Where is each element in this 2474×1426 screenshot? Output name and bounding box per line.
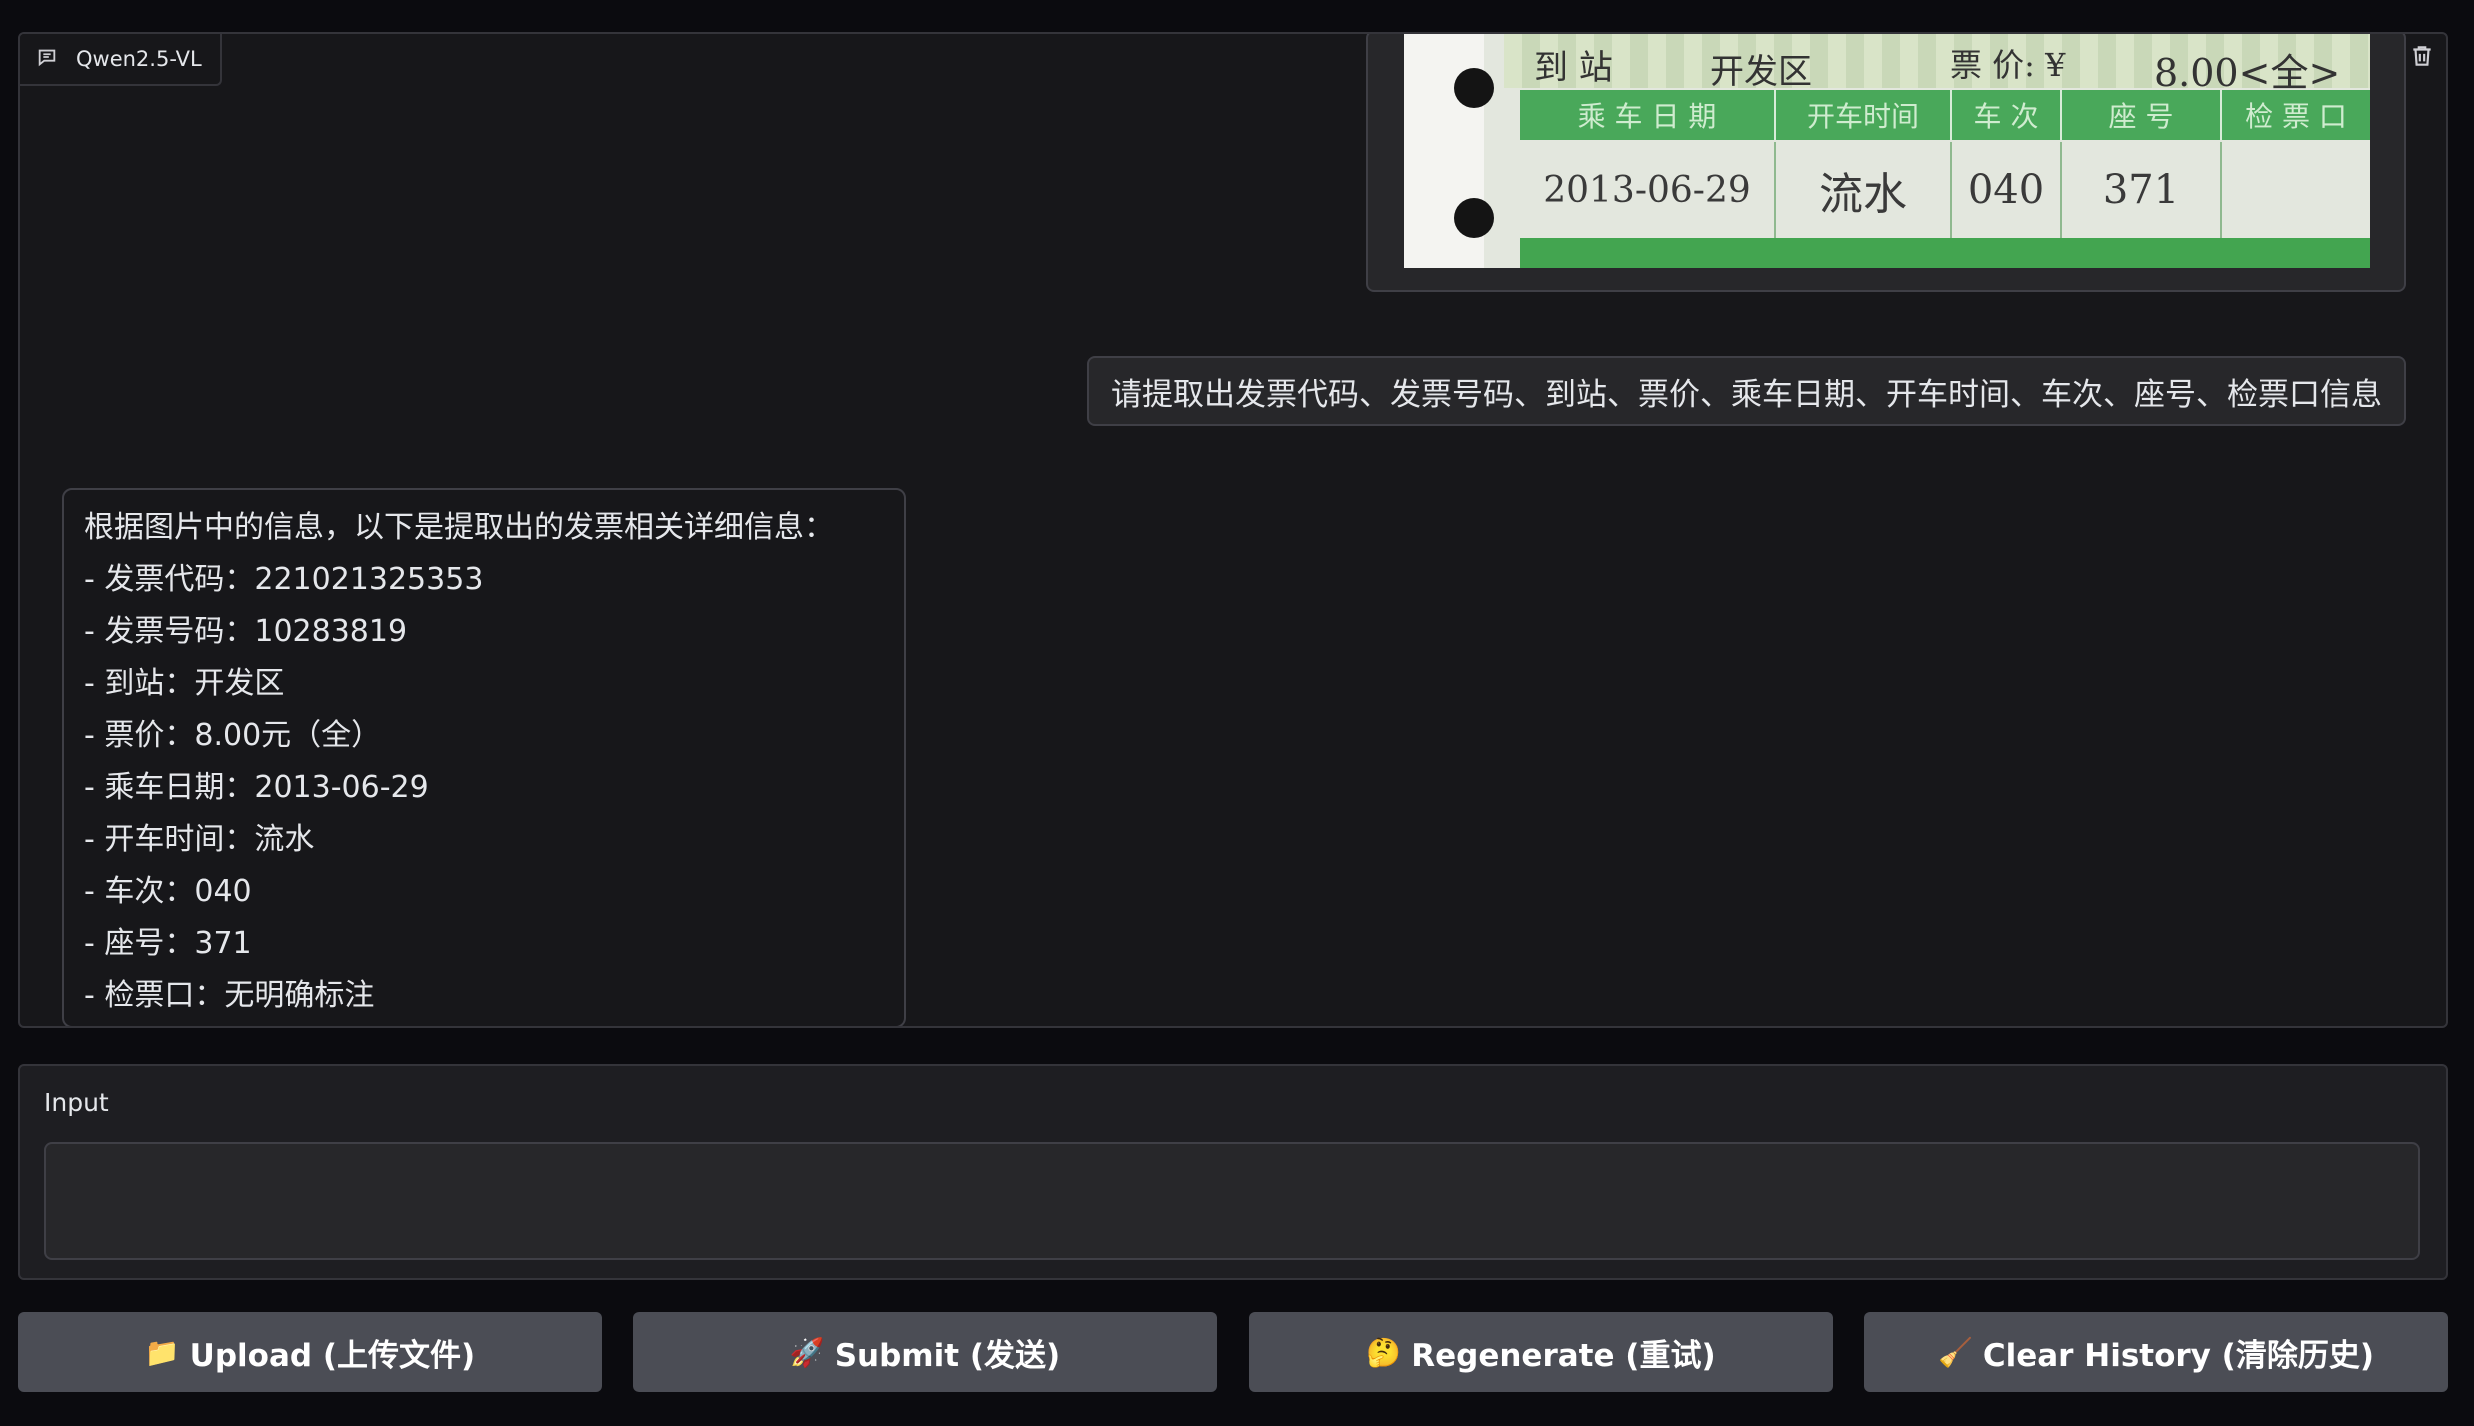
ticket-image[interactable]: 到 站 开发区 票 价: ¥ 8.00<全> 乘 车 日 期 开车时间 车 次 … <box>1404 34 2370 268</box>
regenerate-button[interactable]: 🤔 Regenerate (重试) <box>1249 1312 1833 1392</box>
ticket-data-row: 2013-06-29 流水 040 371 <box>1520 142 2370 238</box>
ticket-header-cell: 车 次 <box>1952 90 2062 140</box>
ticket-hole <box>1454 68 1494 108</box>
submit-button[interactable]: 🚀 Submit (发送) <box>633 1312 1217 1392</box>
bot-message-line: - 到站：开发区 <box>84 666 285 701</box>
ticket-header-cell: 乘 车 日 期 <box>1520 90 1776 140</box>
input-block: Input <box>18 1064 2448 1280</box>
bot-message-line: - 检票口：无明确标注 <box>84 978 375 1013</box>
ticket-hole <box>1454 198 1494 238</box>
ticket-header-cell: 检 票 口 <box>2245 100 2347 133</box>
ticket-value-cell: 2013-06-29 <box>1520 142 1776 238</box>
ticket-dest-value: 开发区 <box>1710 52 1812 92</box>
clear-chat-button[interactable] <box>2402 38 2442 78</box>
upload-button[interactable]: 📁 Upload (上传文件) <box>18 1312 602 1392</box>
ticket-price-label: 票 价: ¥ <box>1950 46 2066 84</box>
chat-icon <box>36 46 58 73</box>
ticket-value-cell: 流水 <box>1776 142 1952 238</box>
thinking-face-icon: 🤔 <box>1366 1335 1402 1369</box>
bot-message-line: - 乘车日期：2013-06-29 <box>84 770 429 805</box>
ticket-header-cell: 开车时间 <box>1776 90 1952 140</box>
message-input[interactable] <box>44 1142 2420 1260</box>
clear-history-button-label: Clear History (清除历史) <box>1982 1337 2375 1374</box>
broom-icon: 🧹 <box>1937 1335 1973 1369</box>
bot-message-line: - 开车时间：流水 <box>84 822 315 857</box>
folder-icon: 📁 <box>144 1335 180 1369</box>
button-row: 📁 Upload (上传文件) 🚀 Submit (发送) 🤔 Regenera… <box>18 1312 2448 1392</box>
chatbot-label: Qwen2.5-VL <box>20 34 222 86</box>
input-label: Input <box>44 1088 109 1117</box>
ticket-top-row: 到 站 开发区 票 价: ¥ 8.00<全> <box>1534 34 2354 95</box>
user-text-message: 请提取出发票代码、发票号码、到站、票价、乘车日期、开车时间、车次、座号、检票口信… <box>1087 356 2406 426</box>
upload-button-label: Upload (上传文件) <box>189 1337 476 1374</box>
submit-button-label: Submit (发送) <box>834 1337 1061 1374</box>
user-image-message: 到 站 开发区 票 价: ¥ 8.00<全> 乘 车 日 期 开车时间 车 次 … <box>1366 34 2406 292</box>
ticket-dest-label: 到 站 <box>1534 48 1613 88</box>
clear-history-button[interactable]: 🧹 Clear History (清除历史) <box>1864 1312 2448 1392</box>
rocket-icon: 🚀 <box>789 1335 825 1369</box>
chatbot-label-text: Qwen2.5-VL <box>76 47 202 71</box>
bot-message-line: - 票价：8.00元（全） <box>84 718 382 753</box>
ticket-price-value: 8.00<全> <box>2154 51 2341 95</box>
bot-message-line: - 发票代码：221021325353 <box>84 562 484 597</box>
ticket-bottom-band <box>1520 238 2370 268</box>
ticket-header-cell: 座 号 <box>2062 90 2222 140</box>
bot-message-line: - 车次：040 <box>84 874 252 909</box>
bot-message-line: 根据图片中的信息，以下是提取出的发票相关详细信息： <box>84 510 834 545</box>
bot-message-line: - 座号：371 <box>84 926 252 961</box>
bot-message-line: - 发票号码：10283819 <box>84 614 408 649</box>
ticket-header-band: 乘 车 日 期 开车时间 车 次 座 号 检 票 口 <box>1520 90 2370 140</box>
ticket-value-cell: 040 <box>1952 142 2062 238</box>
regenerate-button-label: Regenerate (重试) <box>1411 1337 1716 1374</box>
bot-message: 根据图片中的信息，以下是提取出的发票相关详细信息： - 发票代码：2210213… <box>62 488 906 1026</box>
ticket-value-cell: 371 <box>2062 142 2222 238</box>
chatbot-panel: Qwen2.5-VL 到 站 开发区 票 价: ¥ 8.00<全> 乘 车 日 … <box>18 32 2448 1028</box>
trash-icon <box>2409 43 2435 73</box>
ticket-value-cell <box>2222 142 2370 238</box>
